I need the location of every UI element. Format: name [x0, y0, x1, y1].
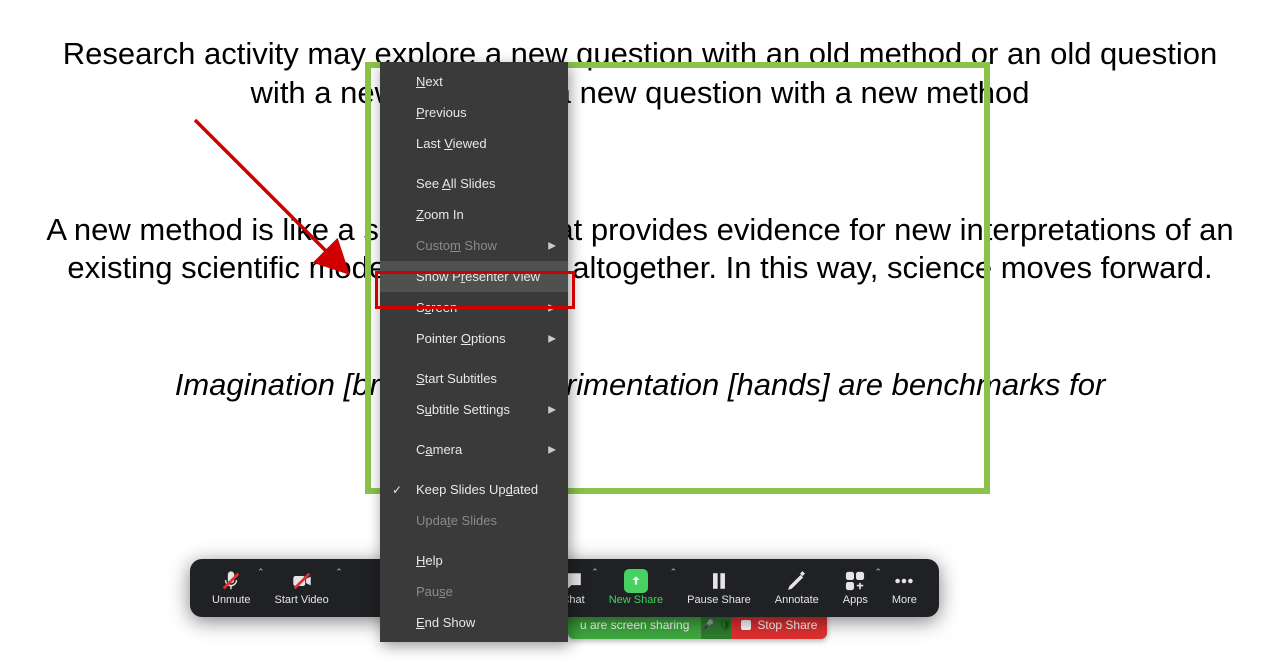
menu-item-subtitle-settings[interactable]: Subtitle Settings ▶	[380, 394, 568, 425]
more-label: More	[892, 594, 917, 606]
microphone-muted-icon	[220, 570, 242, 592]
more-button[interactable]: More	[880, 559, 929, 617]
chevron-right-icon: ▶	[548, 240, 556, 251]
chevron-right-icon: ▶	[548, 404, 556, 415]
pause-icon	[708, 570, 730, 592]
stop-share-label: Stop Share	[757, 618, 817, 632]
menu-item-screen[interactable]: Screen ▶	[380, 292, 568, 323]
apps-button[interactable]: Apps ⌃	[831, 559, 880, 617]
unmute-button[interactable]: Unmute ⌃	[200, 559, 263, 617]
check-icon: ✓	[392, 483, 402, 497]
apps-label: Apps	[843, 594, 868, 606]
stop-icon	[741, 620, 751, 630]
chevron-right-icon: ▶	[548, 444, 556, 455]
pause-share-label: Pause Share	[687, 594, 751, 606]
new-share-label: New Share	[609, 594, 663, 606]
chevron-right-icon: ▶	[548, 302, 556, 313]
microphone-mini-icon: 🎤	[701, 619, 715, 632]
menu-item-custom-show: Custom Show ▶	[380, 230, 568, 261]
video-off-icon	[291, 570, 313, 592]
menu-item-pause: Pause	[380, 576, 568, 607]
slide-paragraph-2: A new method is like a second eye that p…	[40, 211, 1240, 289]
slide-paragraph-1: Research activity may explore a new ques…	[40, 35, 1240, 113]
menu-item-last-viewed[interactable]: Last Viewed	[380, 128, 568, 159]
upload-arrow-icon	[624, 569, 648, 593]
menu-item-keep-slides-updated[interactable]: ✓Keep Slides Updated	[380, 474, 568, 505]
more-icon	[893, 570, 915, 592]
pause-share-button[interactable]: Pause Share	[675, 559, 763, 617]
unmute-label: Unmute	[212, 594, 251, 606]
start-video-label: Start Video	[275, 594, 329, 606]
menu-item-start-subtitles[interactable]: Start Subtitles	[380, 363, 568, 394]
slide-paragraph-3: Imagination [brain] and experimentation …	[40, 366, 1240, 405]
menu-item-see-all-slides[interactable]: See All Slides	[380, 168, 568, 199]
annotate-label: Annotate	[775, 594, 819, 606]
menu-item-end-show[interactable]: End Show	[380, 607, 568, 638]
menu-item-help[interactable]: Help	[380, 545, 568, 576]
start-video-button[interactable]: Start Video ⌃	[263, 559, 341, 617]
pencil-icon	[786, 570, 808, 592]
shield-mini-icon: 🛡	[718, 619, 732, 632]
menu-item-zoom-in[interactable]: Zoom In	[380, 199, 568, 230]
slideshow-context-menu[interactable]: Next Previous Last Viewed See All Slides…	[380, 62, 568, 642]
menu-item-pointer-options[interactable]: Pointer Options ▶	[380, 323, 568, 354]
menu-item-update-slides: Update Slides	[380, 505, 568, 536]
annotate-button[interactable]: Annotate	[763, 559, 831, 617]
chevron-up-icon[interactable]: ⌃	[335, 567, 343, 578]
chevron-right-icon: ▶	[548, 333, 556, 344]
menu-item-previous[interactable]: Previous	[380, 97, 568, 128]
new-share-button[interactable]: New Share ⌃	[597, 559, 675, 617]
menu-item-next[interactable]: Next	[380, 66, 568, 97]
menu-item-camera[interactable]: Camera ▶	[380, 434, 568, 465]
apps-icon	[844, 570, 866, 592]
menu-item-show-presenter-view[interactable]: Show Presenter View	[380, 261, 568, 292]
